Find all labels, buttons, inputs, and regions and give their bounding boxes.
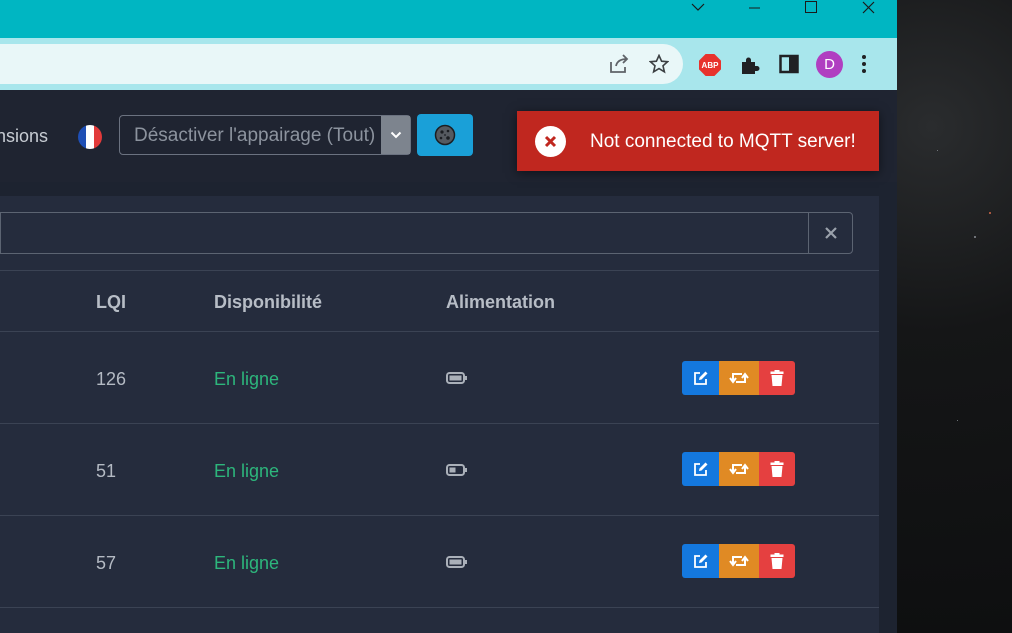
replace-button[interactable] (719, 452, 759, 486)
close-icon (862, 1, 874, 13)
clear-filter-button[interactable] (808, 213, 852, 253)
replace-button[interactable] (719, 544, 759, 578)
share-icon[interactable] (608, 54, 630, 74)
desktop-speck (957, 420, 958, 421)
battery-half-icon (446, 464, 467, 476)
divider (0, 515, 879, 516)
devices-filter-input[interactable] (0, 212, 853, 254)
more-menu-icon[interactable] (861, 54, 867, 74)
chevron-down-icon (381, 116, 410, 154)
edit-icon (693, 462, 707, 476)
desktop-background (897, 0, 1012, 633)
toast-message: Not connected to MQTT server! (590, 131, 856, 152)
replace-button[interactable] (719, 361, 759, 395)
side-panel-icon[interactable] (779, 54, 799, 74)
delete-button[interactable] (759, 452, 795, 486)
trash-icon (770, 370, 784, 386)
theme-toggle-button[interactable] (417, 114, 473, 156)
divider (0, 270, 879, 271)
divider (0, 607, 879, 608)
lqi-value: 57 (96, 553, 117, 573)
battery-full-icon (446, 556, 467, 568)
desktop-speck (937, 150, 938, 151)
browser-titlebar (0, 0, 897, 38)
trash-icon (770, 461, 784, 477)
retweet-icon (729, 555, 749, 567)
profile-avatar[interactable]: D (816, 51, 843, 78)
column-header-availability[interactable]: Disponibilité (214, 291, 322, 313)
flag-france-icon[interactable] (78, 125, 102, 149)
retweet-icon (729, 372, 749, 384)
delete-button[interactable] (759, 361, 795, 395)
availability-status: En ligne (214, 369, 280, 389)
lqi-value: 51 (96, 461, 117, 481)
maximize-icon (805, 1, 817, 13)
desktop-speck (989, 212, 991, 214)
row-actions (682, 544, 795, 578)
pairing-select-value: Désactiver l'appairage (Tout) (134, 125, 376, 146)
minimize-icon (748, 7, 760, 9)
availability-status: En ligne (214, 553, 280, 573)
row-actions (682, 452, 795, 486)
chevron-down-icon (691, 3, 705, 11)
close-window-button[interactable] (845, 0, 891, 14)
edit-icon (693, 371, 707, 385)
divider (0, 423, 879, 424)
battery-full-icon (446, 372, 467, 384)
desktop-speck (974, 236, 976, 238)
minimize-button[interactable] (731, 0, 777, 14)
column-header-lqi[interactable]: LQI (96, 291, 126, 313)
lqi-value: 126 (96, 369, 127, 389)
cookie-icon (434, 124, 456, 146)
pairing-select[interactable]: Désactiver l'appairage (Tout) (119, 115, 411, 155)
extensions-puzzle-icon[interactable] (739, 54, 761, 76)
edit-button[interactable] (682, 361, 719, 395)
trash-icon (770, 553, 784, 569)
retweet-icon (729, 463, 749, 475)
nav-link-extensions[interactable]: nsions (0, 125, 48, 147)
availability-status: En ligne (214, 461, 280, 481)
edit-icon (693, 554, 707, 568)
row-actions (682, 361, 795, 395)
address-bar[interactable] (0, 44, 683, 84)
maximize-button[interactable] (788, 0, 834, 14)
bookmark-star-icon[interactable] (649, 54, 669, 74)
error-toast[interactable]: Not connected to MQTT server! (517, 111, 879, 171)
divider (0, 331, 879, 332)
edit-button[interactable] (682, 452, 719, 486)
close-icon (824, 227, 837, 239)
edit-button[interactable] (682, 544, 719, 578)
browser-window: ABP D nsions Désactiver l'appairage (Tou… (0, 0, 897, 633)
column-header-power[interactable]: Alimentation (446, 291, 555, 313)
error-circle-icon (535, 126, 566, 157)
tab-search-button[interactable] (675, 0, 721, 14)
delete-button[interactable] (759, 544, 795, 578)
